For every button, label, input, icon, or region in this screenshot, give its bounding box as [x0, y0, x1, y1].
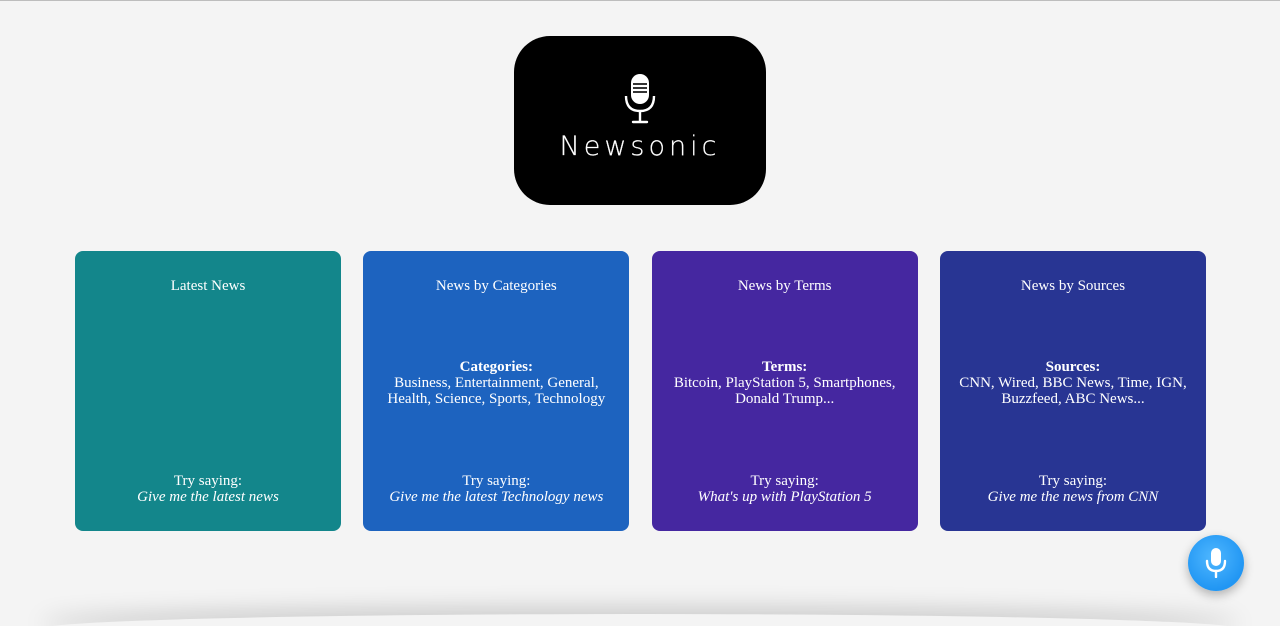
- feature-cards: Latest News Try saying: Give me the late…: [75, 251, 1206, 531]
- card-info: Terms: Bitcoin, PlayStation 5, Smartphon…: [662, 359, 908, 407]
- info-heading: Categories:: [459, 359, 533, 375]
- try-label: Try saying:: [1038, 473, 1108, 489]
- info-list: CNN, Wired, BBC News, Time, IGN, Buzzfee…: [959, 375, 1187, 407]
- card-news-by-terms: News by Terms Terms: Bitcoin, PlayStatio…: [651, 251, 918, 531]
- bottom-edge-shadow: [40, 614, 1240, 626]
- card-title: News by Terms: [737, 278, 832, 294]
- info-heading: Sources:: [1045, 359, 1101, 375]
- try-label: Try saying:: [462, 473, 531, 489]
- voice-assistant-button[interactable]: [1188, 535, 1244, 591]
- example-phrase: Give me the latest Technology news: [389, 489, 604, 505]
- logo-wordmark: Newsonic: [559, 131, 721, 162]
- card-info: Categories: Business, Entertainment, Gen…: [373, 359, 619, 407]
- card-try-saying: Try saying: Give me the latest news: [75, 473, 341, 505]
- card-news-by-sources: News by Sources Sources: CNN, Wired, BBC…: [939, 251, 1206, 531]
- page: Newsonic Latest News Try saying: Give me…: [0, 0, 1280, 626]
- card-title: News by Categories: [435, 278, 557, 294]
- card-latest-news: Latest News Try saying: Give me the late…: [75, 251, 341, 531]
- card-try-saying: Try saying: Give me the latest Technolog…: [363, 473, 629, 505]
- card-title: News by Sources: [1020, 278, 1126, 294]
- example-phrase: What's up with PlayStation 5: [697, 489, 872, 505]
- card-title: Latest News: [170, 278, 246, 294]
- example-phrase: Give me the news from CNN: [987, 489, 1159, 505]
- microphone-icon: [1205, 548, 1227, 578]
- info-list: Business, Entertainment, General, Health…: [387, 375, 606, 407]
- card-info: Sources: CNN, Wired, BBC News, Time, IGN…: [950, 359, 1196, 407]
- example-phrase: Give me the latest news: [137, 489, 279, 505]
- info-heading: Terms:: [762, 359, 808, 375]
- microphone-icon: [624, 74, 656, 124]
- info-list: Bitcoin, PlayStation 5, Smartphones, Don…: [673, 375, 896, 407]
- card-news-by-categories: News by Categories Categories: Business,…: [363, 251, 630, 531]
- card-try-saying: Try saying: What's up with PlayStation 5: [652, 473, 918, 505]
- card-try-saying: Try saying: Give me the news from CNN: [940, 473, 1206, 505]
- newsonic-logo: Newsonic: [514, 36, 766, 205]
- try-label: Try saying:: [750, 473, 819, 489]
- try-label: Try saying:: [173, 473, 243, 489]
